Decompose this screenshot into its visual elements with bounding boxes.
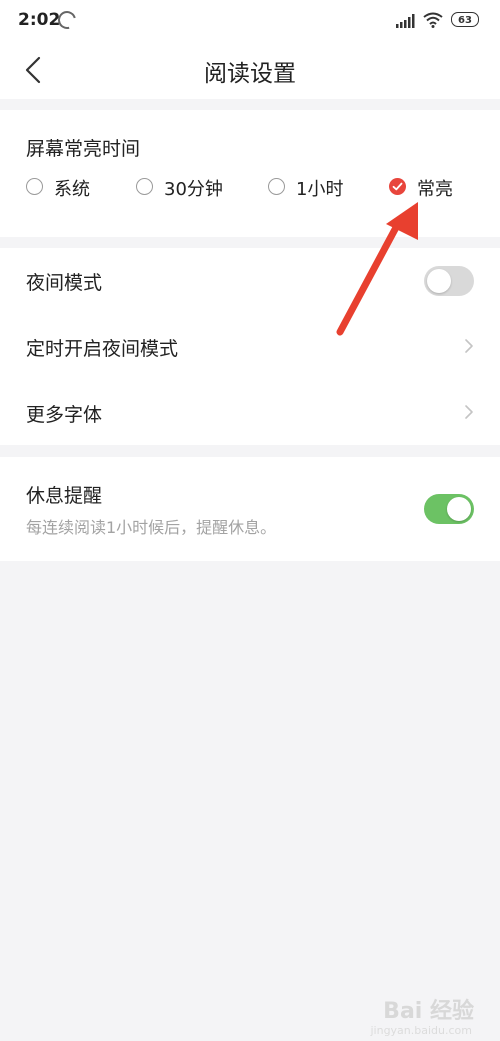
page-title: 阅读设置	[204, 61, 296, 87]
night-mode-label: 夜间模式	[26, 272, 103, 294]
timed-night-mode-label: 定时开启夜间模式	[26, 338, 179, 360]
screen-on-card: 屏幕常亮时间 系统 30分钟 1小时 常亮	[0, 110, 500, 237]
display-settings-card: 夜间模式 定时开启夜间模式 更多字体	[0, 248, 500, 445]
watermark-url: jingyan.baidu.com	[370, 1024, 472, 1037]
night-mode-toggle[interactable]	[424, 266, 474, 296]
radio-circle-icon	[136, 178, 153, 195]
timed-night-mode-row[interactable]: 定时开启夜间模式	[0, 314, 500, 380]
signal-icon	[396, 14, 415, 28]
rest-reminder-card: 休息提醒 每连续阅读1小时候后，提醒休息。	[0, 457, 500, 561]
rest-reminder-toggle[interactable]	[424, 494, 474, 524]
radio-option-30min[interactable]: 30分钟	[136, 173, 236, 203]
radio-label: 30分钟	[164, 179, 223, 200]
radio-option-system[interactable]: 系统	[26, 173, 106, 203]
rest-reminder-label: 休息提醒	[26, 485, 103, 507]
radio-option-always-on[interactable]: 常亮	[389, 173, 469, 203]
header: 阅读设置	[0, 42, 500, 99]
radio-circle-icon	[26, 178, 43, 195]
night-mode-row: 夜间模式	[0, 248, 500, 314]
more-fonts-row[interactable]: 更多字体	[0, 380, 500, 446]
rest-reminder-description: 每连续阅读1小时候后，提醒休息。	[26, 518, 277, 537]
screen-on-options: 系统 30分钟 1小时 常亮	[26, 173, 486, 203]
radio-label: 常亮	[417, 179, 453, 200]
radio-label: 系统	[54, 179, 90, 200]
chevron-right-icon	[465, 339, 473, 353]
battery-icon: 63	[451, 12, 479, 27]
radio-checked-icon	[389, 178, 406, 195]
wifi-icon	[423, 12, 443, 28]
watermark-logo: Bai 经验	[383, 999, 474, 1024]
chevron-right-icon	[465, 405, 473, 419]
status-time: 2:02	[18, 10, 61, 30]
radio-circle-icon	[268, 178, 285, 195]
radio-label: 1小时	[296, 179, 344, 200]
radio-option-1hour[interactable]: 1小时	[268, 173, 358, 203]
toggle-knob	[427, 269, 451, 293]
toggle-knob	[447, 497, 471, 521]
screen-on-label: 屏幕常亮时间	[26, 138, 141, 160]
more-fonts-label: 更多字体	[26, 404, 103, 426]
status-bar: 2:02 63	[0, 0, 500, 42]
